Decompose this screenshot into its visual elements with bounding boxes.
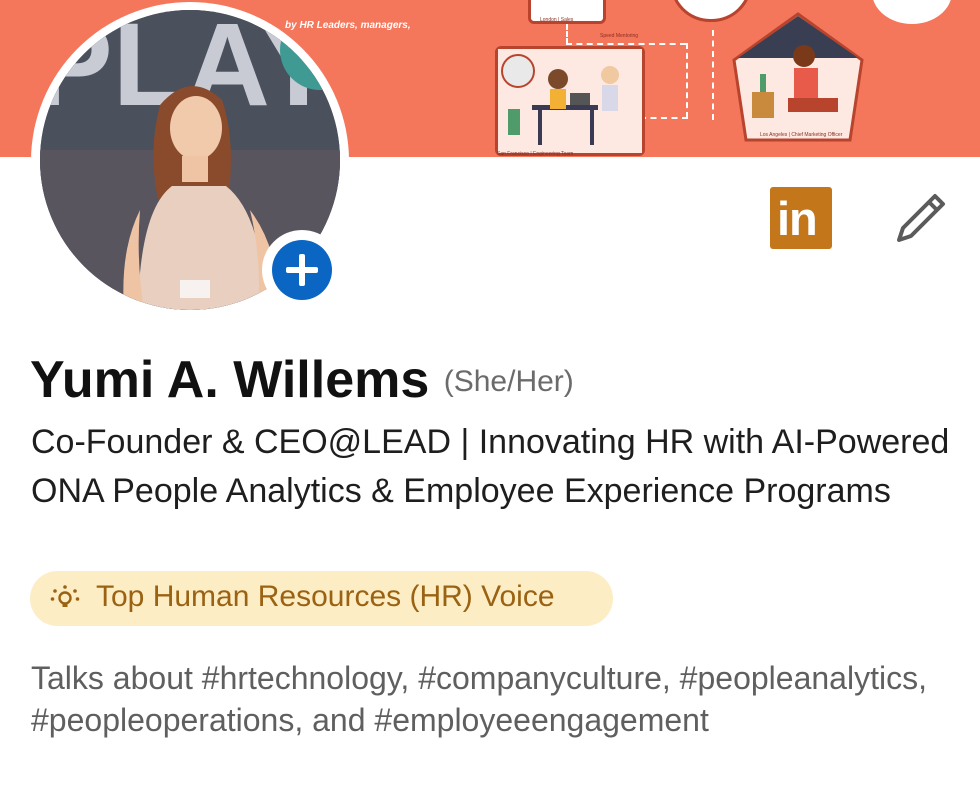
top-voice-label: Top Human Resources (HR) Voice [96,580,555,613]
banner-room-label-sf: San Francisco | Engineering Team [497,151,574,157]
top-voice-badge[interactable]: Top Human Resources (HR) Voice [30,571,613,626]
banner-room-label-london: London | Sales [540,17,574,23]
banner-room-label-mentoring: Speed Mentoring [600,33,639,39]
profile-headline: Co-Founder & CEO@LEAD | Innovating HR wi… [31,423,950,510]
pencil-icon [897,194,945,242]
profile-pronouns: (She/Her) [443,365,574,398]
linkedin-icon-text: in [777,192,818,245]
banner-room-sf [495,46,645,156]
talks-about-text: Talks about #hrtechnology, #companycultu… [31,660,927,738]
profile-name: Yumi A. Willems [30,351,430,409]
edit-profile-button[interactable] [893,190,949,246]
linkedin-icon[interactable]: in [770,187,832,249]
banner-room-la [732,12,864,142]
lightbulb-icon [50,585,80,607]
banner-corner-circle [872,0,952,24]
add-profile-photo-button[interactable] [262,230,342,310]
plus-icon [286,254,318,286]
profile-name-row: Yumi A. Willems (She/Her) [30,350,574,410]
banner-caption: by HR Leaders, managers, [285,20,411,31]
banner-room-label-la: Los Angeles | Chief Marketing Officer [760,132,843,138]
